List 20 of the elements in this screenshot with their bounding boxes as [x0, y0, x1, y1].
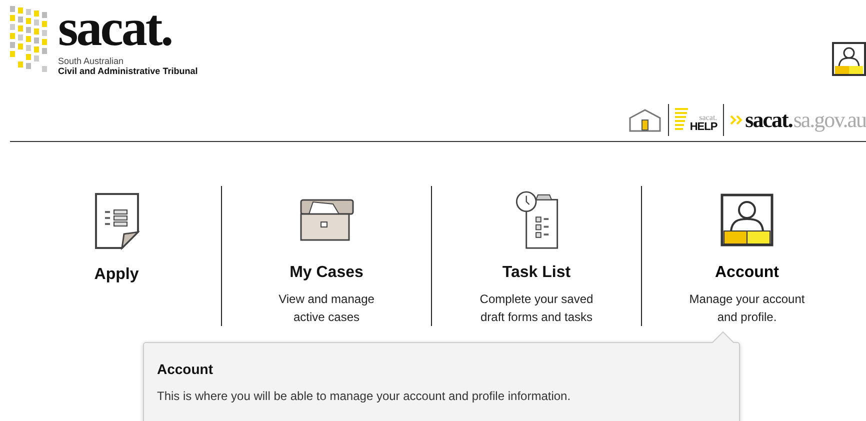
site-link[interactable]: sacat.sa.gov.au	[730, 107, 866, 133]
chevrons-icon	[730, 115, 744, 125]
tile-description: Complete your saved draft forms and tasks	[480, 291, 594, 326]
checklist-icon	[514, 190, 560, 250]
popover-title: Account	[157, 361, 213, 377]
user-avatar-icon[interactable]	[832, 42, 866, 76]
popover-text: This is where you will be able to manage your account and profile information.	[157, 389, 571, 403]
dashboard-tile[interactable]: My Cases View and manage active cases	[222, 186, 432, 326]
rays-icon	[674, 107, 689, 133]
home-icon[interactable]	[628, 108, 662, 132]
dashboard-tile[interactable]: Apply	[12, 186, 222, 326]
help-link[interactable]: sacat. HELP	[674, 107, 718, 133]
tile-description: Manage your account and profile.	[689, 291, 805, 326]
tile-description: View and manage active cases	[278, 291, 374, 326]
dashboard-tile[interactable]: Account Manage your account and profile.	[642, 186, 852, 326]
logo-title: Civil and Administrative Tribunal	[58, 66, 198, 76]
document-icon	[94, 190, 140, 252]
dashboard-tile[interactable]: Task List Complete your saved draft forms and tasks	[432, 186, 642, 326]
logo-subtitle: South Australian	[58, 56, 125, 66]
logo-wordmark: sacat.	[58, 4, 173, 54]
